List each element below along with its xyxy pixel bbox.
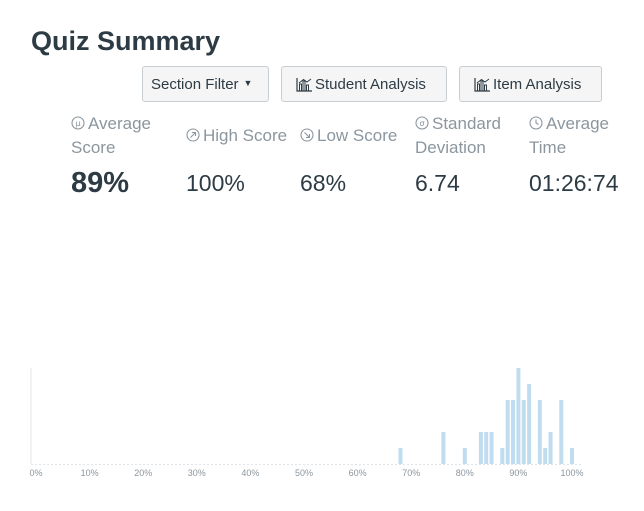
histogram-bar — [505, 400, 510, 464]
average-score-value: 89% — [71, 167, 130, 199]
average-time-label: Average Time — [529, 114, 610, 157]
high-score-label: High Score — [186, 124, 287, 148]
page-title: Quiz Summary — [31, 26, 221, 56]
bar-chart-icon — [474, 77, 491, 92]
bar-chart-icon — [296, 77, 313, 92]
x-tick-label: 50% — [295, 468, 313, 478]
section-filter-label: Section Filter — [151, 75, 239, 93]
std-dev-value: 6.74 — [415, 170, 460, 196]
histogram-bar — [516, 368, 521, 464]
arrow-up-right-icon — [186, 128, 200, 142]
x-tick-label: 0% — [29, 468, 42, 478]
stat-high-score: High Score 100% — [186, 112, 287, 198]
std-dev-label: σ Standard Deviation — [415, 114, 501, 157]
x-tick-label: 80% — [456, 468, 474, 478]
stat-average-score: μ Average Score 89% — [71, 112, 151, 198]
score-distribution-chart: 0% 10% 20% 30% 40% 50% 60% 70% 80% 90% 100% — [29, 368, 584, 478]
x-tick-label: 40% — [241, 468, 259, 478]
section-filter-button[interactable]: Section Filter ▼ — [142, 66, 269, 102]
histogram-bar — [537, 400, 542, 464]
histogram-bar — [484, 432, 489, 464]
sigma-icon: σ — [415, 116, 429, 130]
clock-icon — [529, 116, 543, 130]
histogram-bar — [521, 400, 526, 464]
histogram-bar — [570, 448, 574, 464]
item-analysis-button[interactable]: Item Analysis — [459, 66, 602, 102]
average-time-value: 01:26:74 — [529, 170, 619, 196]
stat-average-time: Average Time 01:26:74 — [529, 112, 619, 198]
histogram-bar — [511, 400, 516, 464]
histogram-bar — [462, 448, 467, 464]
stat-standard-deviation: σ Standard Deviation 6.74 — [415, 112, 501, 198]
histogram-bar — [500, 448, 505, 464]
histogram-bar — [543, 448, 548, 464]
mu-icon: μ — [71, 116, 85, 130]
stat-low-score: Low Score 68% — [300, 112, 397, 198]
x-tick-label: 30% — [188, 468, 206, 478]
x-tick-label: 100% — [560, 468, 583, 478]
histogram-bar — [527, 384, 532, 464]
histogram-bar — [441, 432, 446, 464]
histogram-bar — [559, 400, 564, 464]
item-analysis-label: Item Analysis — [493, 75, 582, 93]
caret-down-icon: ▼ — [243, 78, 253, 88]
histogram-bar — [548, 432, 553, 464]
svg-text:μ: μ — [75, 119, 80, 128]
average-score-label: μ Average Score — [71, 114, 152, 157]
low-score-value: 68% — [300, 170, 347, 196]
x-tick-label: 70% — [402, 468, 420, 478]
x-tick-label: 60% — [349, 468, 367, 478]
student-analysis-label: Student Analysis — [315, 75, 426, 93]
x-tick-label: 90% — [509, 468, 527, 478]
high-score-value: 100% — [186, 170, 245, 196]
student-analysis-button[interactable]: Student Analysis — [281, 66, 447, 102]
low-score-label: Low Score — [300, 124, 397, 148]
x-tick-label: 10% — [81, 468, 99, 478]
histogram-bar — [489, 432, 494, 464]
histogram-bar — [398, 448, 403, 464]
x-tick-label: 20% — [134, 468, 152, 478]
arrow-down-right-icon — [300, 128, 314, 142]
histogram-bar — [478, 432, 483, 464]
svg-text:σ: σ — [419, 119, 424, 128]
